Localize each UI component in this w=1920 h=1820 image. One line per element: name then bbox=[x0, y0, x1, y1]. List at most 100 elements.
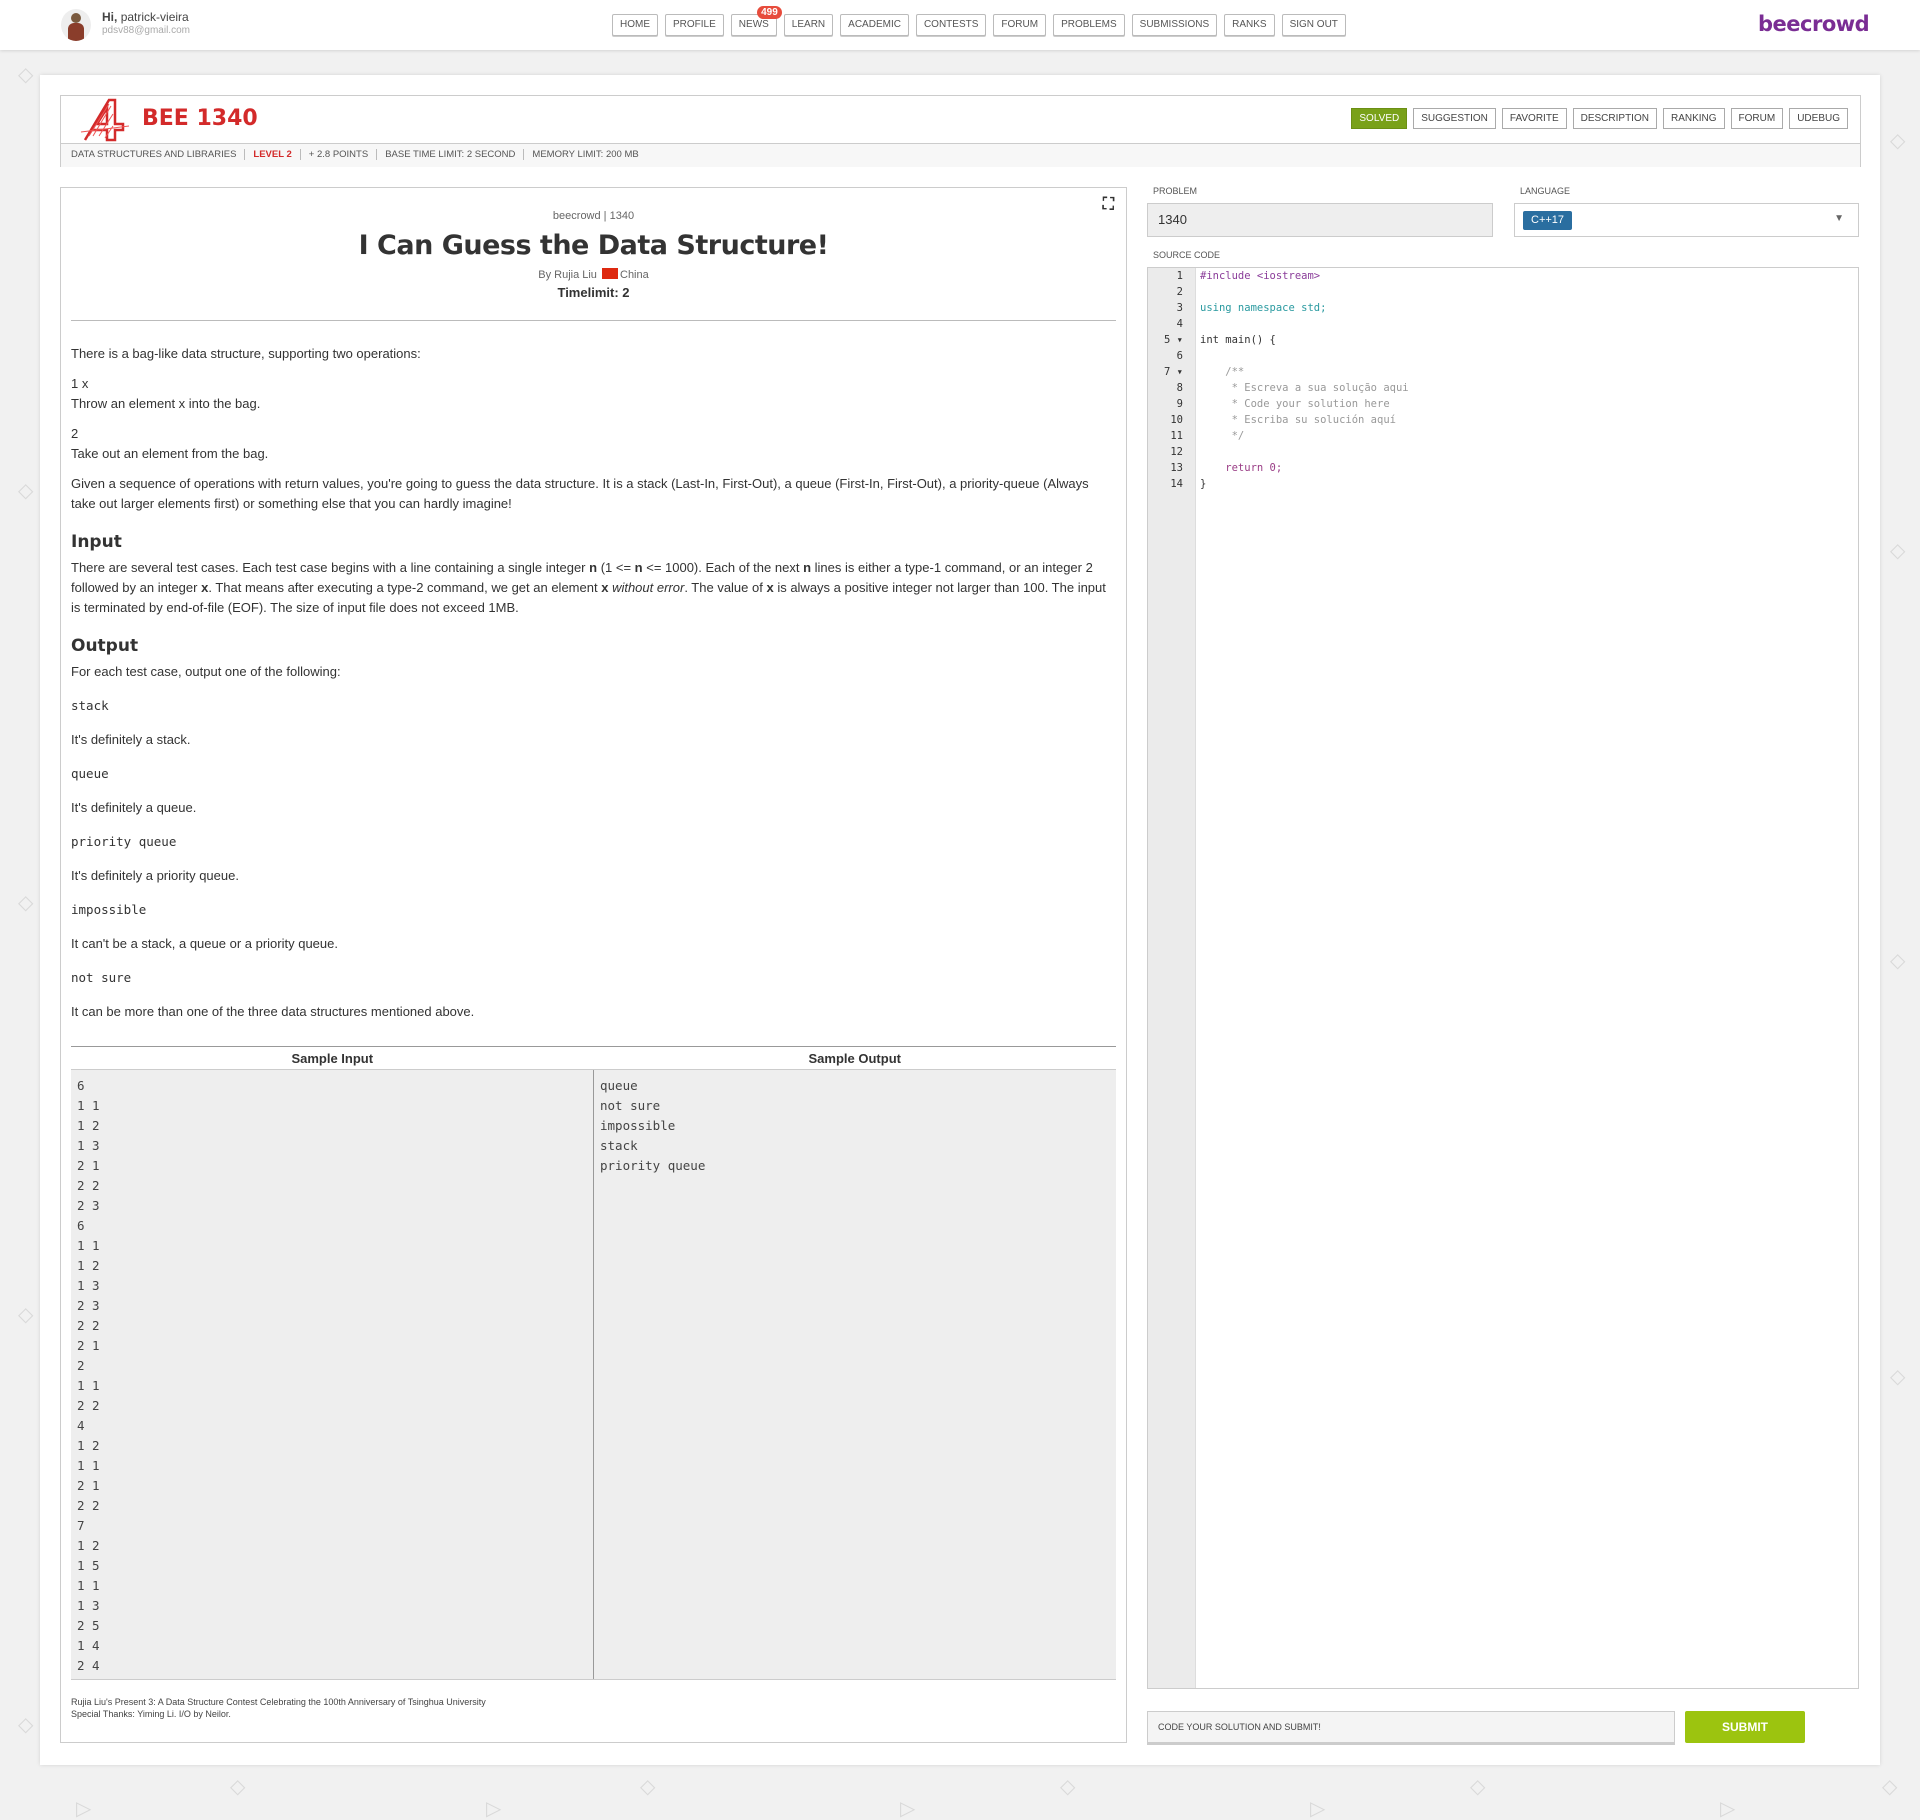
tab-ranking[interactable]: RANKING bbox=[1662, 108, 1725, 129]
background-pattern: ▷ bbox=[1310, 1796, 1326, 1820]
statement-intro: There is a bag-like data structure, supp… bbox=[71, 346, 421, 361]
nav-label: PROBLEMS bbox=[1061, 19, 1117, 30]
line-number: 1 bbox=[1176, 270, 1183, 282]
tab-description[interactable]: DESCRIPTION bbox=[1572, 108, 1657, 129]
samples-header: Sample Input Sample Output bbox=[71, 1046, 1116, 1070]
tab-suggestion[interactable]: SUGGESTION bbox=[1413, 108, 1496, 129]
user-name[interactable]: patrick-vieira bbox=[121, 10, 189, 24]
background-pattern: ◇ bbox=[1882, 1774, 1898, 1798]
problem-description-panel: ⛶ beecrowd | 1340 I Can Guess the Data S… bbox=[60, 187, 1127, 1743]
top-navigation-bar: Hi, patrick-vieira pdsv88@gmail.com HOME… bbox=[0, 0, 1920, 50]
code-line: return 0; bbox=[1200, 462, 1283, 474]
output-intro: For each test case, output one of the fo… bbox=[71, 664, 341, 679]
tab-solved[interactable]: SOLVED bbox=[1351, 108, 1408, 129]
operation-1: 1 x Throw an element x into the bag. bbox=[71, 374, 1116, 414]
code-line: /** bbox=[1200, 366, 1245, 378]
nav-news[interactable]: NEWS 499 bbox=[730, 6, 782, 36]
input-text: <= 1000). Each of the next bbox=[642, 560, 804, 575]
nav-label: PROFILE bbox=[673, 19, 716, 30]
sample-output[interactable]: queue not sure impossible stack priority… bbox=[594, 1070, 1116, 1679]
nav-label: SIGN OUT bbox=[1289, 19, 1338, 30]
problem-source: beecrowd | 1340 bbox=[552, 210, 635, 222]
line-number: 5 ▾ bbox=[1164, 334, 1183, 346]
submit-button[interactable]: SUBMIT bbox=[1685, 1711, 1805, 1743]
beecrowd-logo[interactable]: beecrowd bbox=[1758, 12, 1870, 36]
samples-body: 6 1 1 1 2 1 3 2 1 2 2 2 3 6 1 1 1 2 1 3 … bbox=[71, 1070, 1116, 1680]
problem-meta: DATA STRUCTURES AND LIBRARIES LEVEL 2 + … bbox=[71, 149, 647, 160]
background-pattern: ▷ bbox=[900, 1796, 916, 1820]
nav-label: SUBMISSIONS bbox=[1139, 19, 1210, 30]
nav-label: HOME bbox=[620, 19, 650, 30]
line-number: 12 bbox=[1170, 446, 1183, 458]
line-number: 11 bbox=[1170, 430, 1183, 442]
var-n: n bbox=[634, 560, 643, 575]
output-heading: Output bbox=[71, 636, 139, 656]
output-code: priority queue bbox=[71, 834, 177, 849]
problem-category[interactable]: DATA STRUCTURES AND LIBRARIES bbox=[71, 149, 244, 160]
line-number: 14 bbox=[1170, 478, 1183, 490]
line-number: 10 bbox=[1170, 414, 1183, 426]
line-number: 8 bbox=[1176, 382, 1183, 394]
nav-label: RANKS bbox=[1232, 19, 1267, 30]
news-count-badge: 499 bbox=[757, 6, 782, 19]
problem-author: By Rujia Liu China bbox=[61, 268, 1126, 281]
problem-tabs: SOLVED SUGGESTION FAVORITE DESCRIPTION R… bbox=[1351, 108, 1848, 129]
user-email: pdsv88@gmail.com bbox=[102, 25, 190, 36]
var-x: x bbox=[766, 580, 774, 595]
nav-profile[interactable]: PROFILE bbox=[665, 14, 724, 36]
nav-forum[interactable]: FORUM bbox=[993, 14, 1047, 36]
input-text: . The value of bbox=[684, 580, 767, 595]
sample-output-heading: Sample Output bbox=[808, 1051, 901, 1066]
problem-field[interactable]: 1340 bbox=[1147, 203, 1493, 237]
nav-submissions[interactable]: SUBMISSIONS bbox=[1131, 14, 1218, 36]
background-pattern: ◇ bbox=[1060, 1774, 1076, 1798]
problem-statement: There is a bag-like data structure, supp… bbox=[71, 344, 1116, 1032]
author-country: China bbox=[620, 269, 649, 281]
output-code: not sure bbox=[71, 970, 132, 985]
nav-ranks[interactable]: RANKS bbox=[1224, 14, 1275, 36]
line-number: 4 bbox=[1176, 318, 1183, 330]
nav-sign-out[interactable]: SIGN OUT bbox=[1281, 14, 1346, 36]
input-description: There are several test cases. Each test … bbox=[71, 558, 1116, 618]
nav-academic[interactable]: ACADEMIC bbox=[840, 14, 909, 36]
nav-home[interactable]: HOME bbox=[612, 14, 658, 36]
background-pattern: ▷ bbox=[76, 1796, 92, 1820]
nav-learn[interactable]: LEARN bbox=[783, 14, 834, 36]
submit-hint-field[interactable]: CODE YOUR SOLUTION AND SUBMIT! bbox=[1147, 1711, 1675, 1743]
code-line: #include <iostream> bbox=[1200, 270, 1321, 282]
line-number: 3 bbox=[1176, 302, 1183, 314]
language-selected: C++17 bbox=[1523, 211, 1573, 230]
tab-forum[interactable]: FORUM bbox=[1730, 108, 1784, 129]
output-desc: It can be more than one of the three dat… bbox=[71, 1004, 475, 1019]
avatar[interactable] bbox=[61, 9, 91, 41]
code-editor[interactable]: 1 2 3 4 5 ▾ 6 7 ▾ 8 9 10 11 12 13 14 #in… bbox=[1147, 267, 1859, 1689]
output-desc: It's definitely a queue. bbox=[71, 800, 197, 815]
nav-label: LEARN bbox=[791, 19, 826, 30]
output-desc: It's definitely a stack. bbox=[71, 732, 191, 747]
var-n: n bbox=[589, 560, 598, 575]
tab-udebug[interactable]: UDEBUG bbox=[1789, 108, 1848, 129]
background-pattern: ◇ bbox=[18, 62, 34, 86]
nav-problems[interactable]: PROBLEMS bbox=[1053, 14, 1125, 36]
background-pattern: ◇ bbox=[640, 1774, 656, 1798]
nav-contests[interactable]: CONTESTS bbox=[915, 14, 987, 36]
author-name[interactable]: By Rujia Liu bbox=[538, 269, 597, 281]
tab-favorite[interactable]: FAVORITE bbox=[1501, 108, 1567, 129]
chevron-down-icon: ▼ bbox=[1834, 213, 1844, 224]
problem-points: + 2.8 POINTS bbox=[299, 149, 376, 160]
background-pattern: ◇ bbox=[18, 1302, 34, 1326]
input-text: . That means after executing a type-2 co… bbox=[208, 580, 602, 595]
code-line: * Escreva a sua solução aqui bbox=[1200, 382, 1409, 394]
problem-field-label: PROBLEM bbox=[1153, 186, 1198, 196]
emphasis: without error bbox=[612, 580, 685, 595]
code-line: } bbox=[1200, 478, 1207, 490]
problem-card: BEE 1340 SOLVED SUGGESTION FAVORITE DESC… bbox=[40, 75, 1880, 1765]
source-code-label: SOURCE CODE bbox=[1153, 250, 1221, 260]
sample-input[interactable]: 6 1 1 1 2 1 3 2 1 2 2 2 3 6 1 1 1 2 1 3 … bbox=[71, 1070, 594, 1679]
language-select[interactable]: C++17 ▼ bbox=[1514, 203, 1859, 237]
line-number: 13 bbox=[1170, 462, 1183, 474]
problem-header: BEE 1340 SOLVED SUGGESTION FAVORITE DESC… bbox=[60, 95, 1861, 167]
input-text: (1 <= bbox=[597, 560, 635, 575]
user-greeting: Hi, patrick-vieira bbox=[102, 10, 189, 24]
output-desc: It's definitely a priority queue. bbox=[71, 868, 239, 883]
